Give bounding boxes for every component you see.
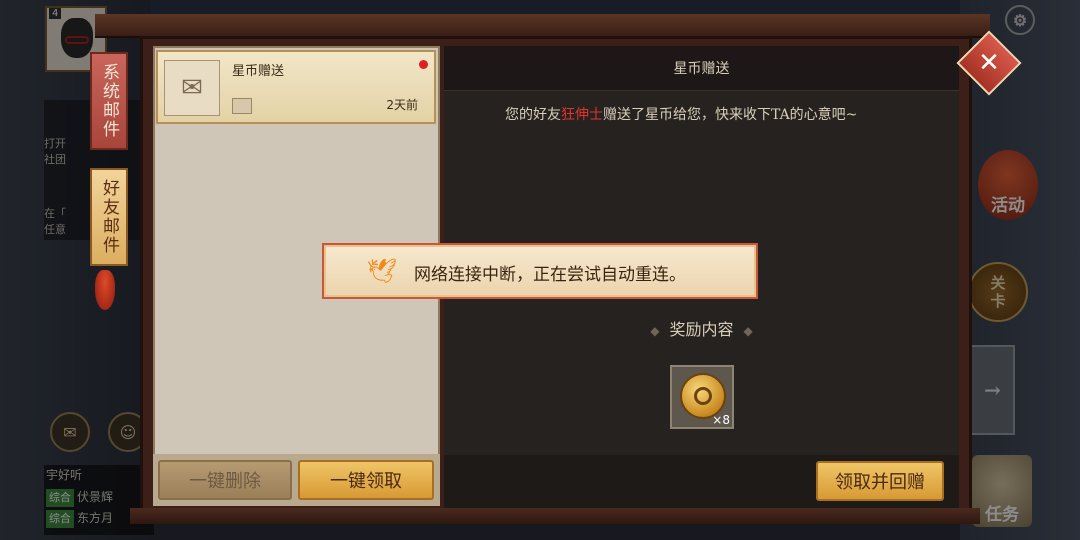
claim-and-return-button[interactable]: 领取并回赠 xyxy=(816,461,944,501)
claim-all-button[interactable]: 一键领取 xyxy=(298,460,434,500)
diamond-icon: ◆ xyxy=(743,324,753,338)
reward-heading-text: 奖励内容 xyxy=(669,320,734,339)
mail-item-title: 星币赠送 xyxy=(232,64,285,79)
message-suffix: 赠送了星币给您，快来收下TA的心意吧~ xyxy=(603,107,858,123)
diamond-icon: ◆ xyxy=(650,324,660,338)
window-top-beam xyxy=(95,14,990,38)
tab-label: 好友邮件 xyxy=(99,179,119,255)
window-bottom-beam xyxy=(130,508,980,524)
message-prefix: 您的好友 xyxy=(505,107,561,123)
friend-name: 狂伸士 xyxy=(561,107,603,123)
reward-heading: ◆ 奖励内容 ◆ xyxy=(444,316,959,340)
mail-item[interactable]: ✉ 星币赠送 2天前 xyxy=(156,50,436,124)
toast-message: 网络连接中断，正在尝试自动重连。 xyxy=(414,265,686,285)
tab-system-mail[interactable]: 系统邮件 xyxy=(90,52,128,150)
bird-icon: 🕊 xyxy=(366,257,398,285)
detail-message: 您的好友狂伸士赠送了星币给您，快来收下TA的心意吧~ xyxy=(505,104,857,124)
tassel-ornament xyxy=(95,270,115,310)
mail-item-time: 2天前 xyxy=(386,98,418,112)
delete-all-button[interactable]: 一键删除 xyxy=(158,460,292,500)
letter-icon: ✉ xyxy=(164,60,220,116)
reward-count: ×8 xyxy=(712,413,730,427)
attachment-icon xyxy=(232,98,252,114)
tab-label: 系统邮件 xyxy=(99,63,119,139)
detail-title: 星币赠送 xyxy=(673,61,730,77)
unread-dot xyxy=(419,60,428,69)
tab-friend-mail[interactable]: 好友邮件 xyxy=(90,168,128,266)
close-icon[interactable]: ✕ xyxy=(966,40,1012,86)
reward-slot[interactable]: ×8 xyxy=(670,365,734,429)
